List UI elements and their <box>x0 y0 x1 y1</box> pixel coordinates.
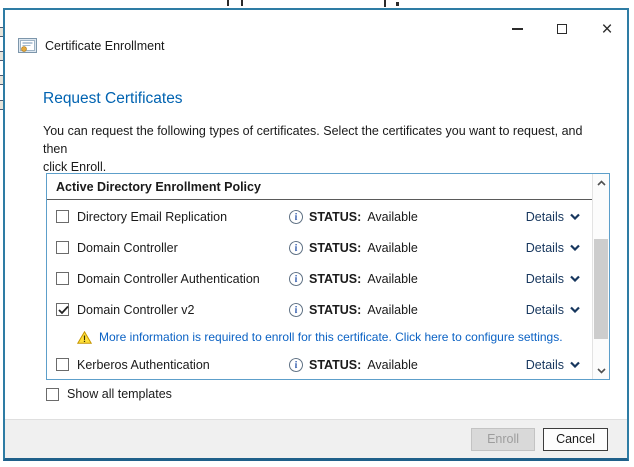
certificate-row[interactable]: Domain Controller Authentication i STATU… <box>47 263 592 294</box>
template-checkbox[interactable] <box>56 210 69 223</box>
warning-row: ! More information is required to enroll… <box>47 325 592 349</box>
info-icon-glyph: i <box>294 211 298 222</box>
info-icon: i <box>288 240 304 256</box>
info-icon: i <box>288 209 304 225</box>
info-icon-glyph: i <box>294 273 298 284</box>
certificate-template-list: Active Directory Enrollment Policy Direc… <box>46 173 610 380</box>
certificate-name: Directory Email Replication <box>77 210 289 224</box>
certificate-row[interactable]: Kerberos Authentication i STATUS: Availa… <box>47 349 592 379</box>
background-text-fragment <box>384 0 386 7</box>
details-label: Details <box>526 358 564 372</box>
chevron-down-icon <box>570 244 580 251</box>
show-all-templates-label: Show all templates <box>67 387 172 401</box>
status-cell: i STATUS: Available <box>289 210 418 224</box>
details-link[interactable]: Details <box>526 272 580 286</box>
certificate-name: Domain Controller v2 <box>77 303 289 317</box>
background-text-fragment <box>227 0 229 6</box>
maximize-icon <box>557 24 567 34</box>
certificate-row[interactable]: Domain Controller i STATUS: Available De… <box>47 232 592 263</box>
certificate-icon <box>18 38 37 53</box>
status-cell: i STATUS: Available <box>289 241 418 255</box>
cancel-button[interactable]: Cancel <box>543 428 608 451</box>
scrollbar-thumb[interactable] <box>594 239 608 339</box>
info-icon-glyph: i <box>294 242 298 253</box>
info-icon-glyph: i <box>294 304 298 315</box>
details-label: Details <box>526 210 564 224</box>
warning-icon: ! <box>77 331 92 344</box>
status-value: Available <box>367 272 418 286</box>
certificate-row[interactable]: Directory Email Replication i STATUS: Av… <box>47 201 592 232</box>
background-text-fragment <box>396 2 399 6</box>
details-label: Details <box>526 241 564 255</box>
status-cell: i STATUS: Available <box>289 303 418 317</box>
status-cell: i STATUS: Available <box>289 272 418 286</box>
show-all-templates-row: Show all templates <box>46 387 172 401</box>
warning-link[interactable]: More information is required to enroll f… <box>99 330 563 344</box>
scrollbar-up-icon[interactable] <box>593 174 609 191</box>
status-label: STATUS: <box>309 358 361 372</box>
svg-text:!: ! <box>83 334 86 344</box>
certificate-row[interactable]: Domain Controller v2 i STATUS: Available… <box>47 294 592 325</box>
list-scrollbar[interactable] <box>592 174 609 379</box>
certificate-name: Domain Controller <box>77 241 289 255</box>
chevron-down-icon <box>570 275 580 282</box>
details-link[interactable]: Details <box>526 210 580 224</box>
template-checkbox[interactable] <box>56 272 69 285</box>
certificate-name: Kerberos Authentication <box>77 358 289 372</box>
status-cell: i STATUS: Available <box>289 358 418 372</box>
chevron-down-icon <box>570 213 580 220</box>
enroll-button[interactable]: Enroll <box>471 428 535 451</box>
enrollment-policy-header: Active Directory Enrollment Policy <box>47 174 592 200</box>
page-description: You can request the following types of c… <box>43 122 599 176</box>
certificate-enrollment-dialog: × Certificate Enrollment Request Certifi… <box>3 8 629 461</box>
info-icon-glyph: i <box>294 359 298 370</box>
show-all-templates-checkbox[interactable] <box>46 388 59 401</box>
window-title-area: Certificate Enrollment <box>18 38 165 53</box>
dialog-footer: Enroll Cancel <box>5 419 627 458</box>
details-link[interactable]: Details <box>526 241 580 255</box>
status-label: STATUS: <box>309 272 361 286</box>
status-value: Available <box>367 303 418 317</box>
info-icon: i <box>288 357 304 373</box>
status-label: STATUS: <box>309 303 361 317</box>
minimize-icon <box>512 28 523 30</box>
info-icon: i <box>288 271 304 287</box>
chevron-down-icon <box>570 361 580 368</box>
window-controls: × <box>505 18 619 40</box>
status-value: Available <box>367 210 418 224</box>
template-checkbox[interactable] <box>56 358 69 371</box>
details-link[interactable]: Details <box>526 303 580 317</box>
template-checkbox[interactable] <box>56 303 69 316</box>
status-label: STATUS: <box>309 241 361 255</box>
close-icon: × <box>601 20 612 39</box>
status-value: Available <box>367 241 418 255</box>
status-label: STATUS: <box>309 210 361 224</box>
details-label: Details <box>526 303 564 317</box>
close-button[interactable]: × <box>595 18 619 40</box>
template-checkbox[interactable] <box>56 241 69 254</box>
page-title: Request Certificates <box>43 90 183 108</box>
minimize-button[interactable] <box>505 18 529 40</box>
certificate-list-rows: Directory Email Replication i STATUS: Av… <box>47 201 592 379</box>
scrollbar-down-icon[interactable] <box>593 362 609 379</box>
certificate-name: Domain Controller Authentication <box>77 272 289 286</box>
chevron-down-icon <box>570 306 580 313</box>
maximize-button[interactable] <box>550 18 574 40</box>
status-value: Available <box>367 358 418 372</box>
window-title: Certificate Enrollment <box>45 39 165 53</box>
info-icon: i <box>288 302 304 318</box>
details-label: Details <box>526 272 564 286</box>
details-link[interactable]: Details <box>526 358 580 372</box>
background-text-fragment <box>241 0 243 6</box>
